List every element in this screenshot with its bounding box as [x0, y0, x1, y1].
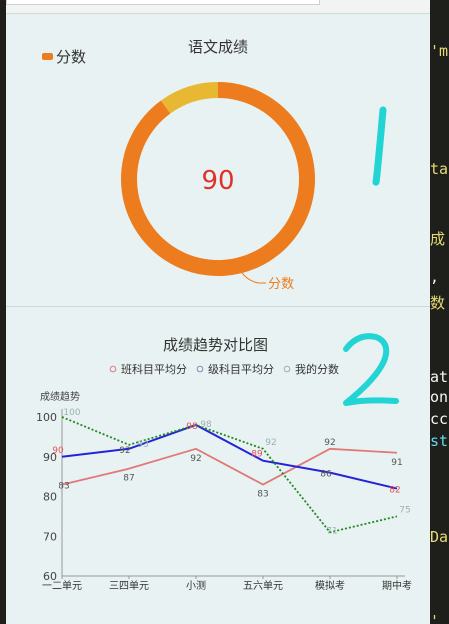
code-fragment: ,	[430, 268, 440, 286]
x-tick-label: 期中考	[382, 579, 412, 592]
y-tick-label: 100	[36, 411, 57, 424]
data-label: 98	[186, 422, 198, 432]
app-screen: 语文成绩 分数 90 分数 成绩趋势对比图 班科目平均分 级科目平均分 我的分数 …	[6, 0, 430, 624]
x-tick-label: 一二单元	[42, 580, 82, 592]
code-fragment: ta	[430, 160, 449, 178]
trend-line-chart: 60708090100一二单元 三四单元 小测 五六单元 模拟考 期中考838792839…	[36, 408, 412, 592]
data-label: 93	[137, 440, 148, 450]
data-label: 92	[265, 438, 276, 448]
data-label: 91	[391, 458, 402, 468]
series-line	[61, 416, 398, 534]
code-fragment: '	[430, 612, 440, 624]
code-fragment: st	[430, 432, 449, 450]
data-label: 75	[399, 505, 410, 515]
x-tick-label: 模拟考	[315, 579, 345, 592]
code-fragment: cc	[430, 410, 449, 428]
x-tick-label: 小测	[186, 579, 206, 592]
data-label: 86	[320, 470, 332, 480]
code-fragment: 'm	[430, 42, 449, 60]
data-label: 90	[52, 446, 64, 456]
data-label: 100	[63, 408, 80, 418]
data-label: 83	[58, 482, 69, 492]
data-label: 82	[389, 486, 400, 496]
data-label: 92	[119, 446, 130, 456]
data-label: 71	[326, 526, 337, 536]
x-tick-label: 三四单元	[109, 580, 149, 592]
data-label: 83	[257, 490, 268, 500]
code-fragment: 成	[430, 230, 446, 248]
code-fragment: Da	[430, 528, 449, 546]
code-fragment: at	[430, 368, 449, 386]
data-label: 92	[324, 438, 335, 448]
data-label: 92	[190, 454, 201, 464]
code-fragment: on	[430, 388, 449, 406]
data-label: 89	[251, 450, 263, 460]
y-tick-label: 70	[43, 530, 57, 543]
code-fragment: 数	[430, 294, 446, 312]
series-line	[61, 447, 398, 486]
data-label: 87	[123, 474, 134, 484]
series-line	[61, 423, 398, 490]
code-editor-strip: 'm ta 成, 数 at on cc st Da '	[430, 0, 449, 624]
x-tick-label: 五六单元	[243, 580, 283, 592]
data-label: 98	[200, 420, 212, 430]
y-tick-label: 80	[43, 491, 57, 504]
